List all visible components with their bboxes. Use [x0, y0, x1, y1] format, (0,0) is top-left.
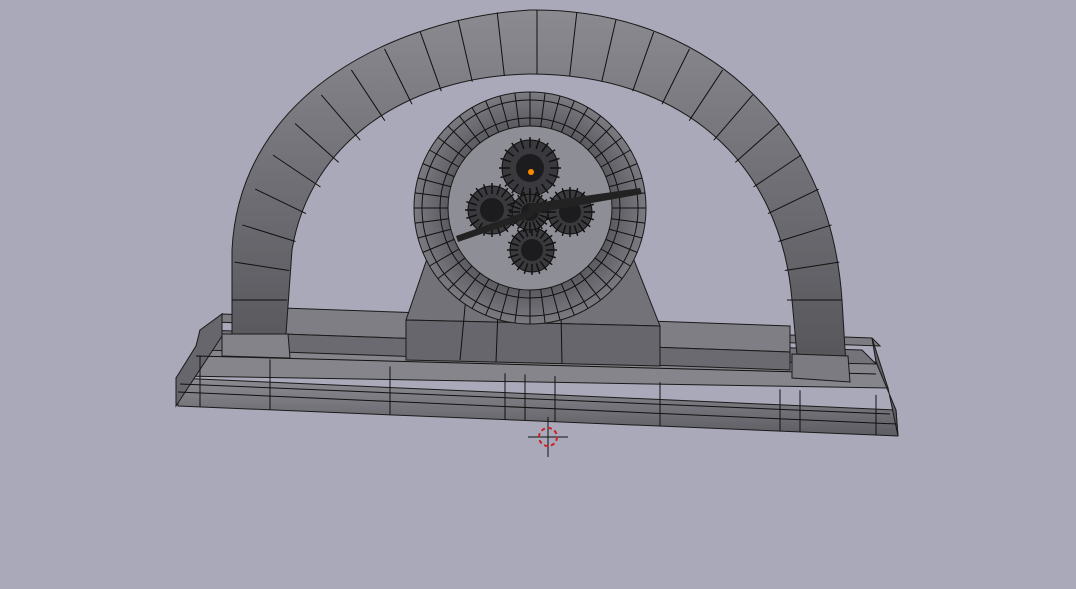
selected-vertex[interactable] [528, 169, 534, 175]
arch-left-foot[interactable] [221, 333, 291, 359]
arch-right-foot[interactable] [791, 353, 851, 383]
3d-cursor-icon[interactable] [528, 417, 568, 457]
3d-viewport[interactable] [0, 0, 1076, 589]
scene-canvas[interactable] [0, 0, 1076, 589]
